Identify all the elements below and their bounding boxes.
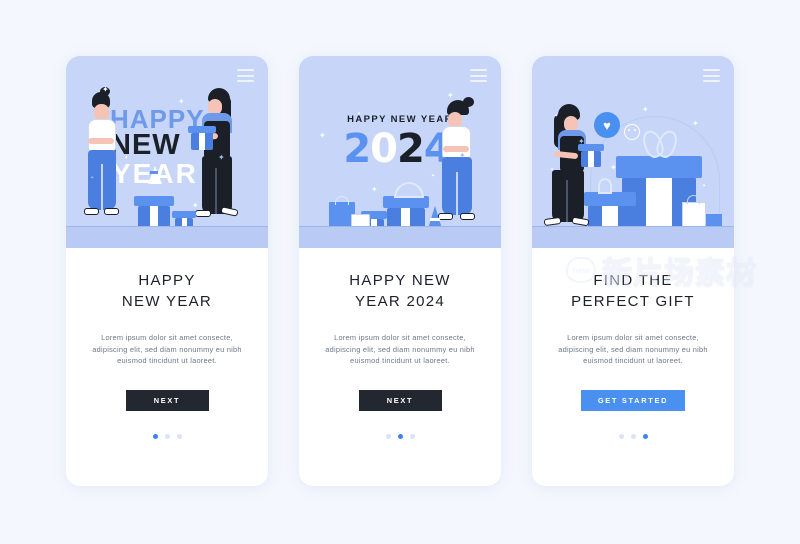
card-3-content: FIND THE PERFECT GIFT Lorem ipsum dolor …	[532, 248, 734, 439]
heart-icon: ♥	[594, 112, 620, 138]
dot-2[interactable]	[630, 433, 636, 439]
ground-strip	[66, 226, 268, 248]
dot-1[interactable]	[152, 433, 158, 439]
card-2-content: HAPPY NEW YEAR 2024 Lorem ipsum dolor si…	[299, 248, 501, 439]
dot-1[interactable]	[385, 433, 391, 439]
dot-2[interactable]	[164, 433, 170, 439]
ground-strip	[299, 226, 501, 248]
card-2-next-button[interactable]: NEXT	[358, 389, 442, 411]
card-3-get-started-button[interactable]: GET STARTED	[581, 389, 685, 411]
onboarding-card-3[interactable]: ♥ ✦ ✦ ✦ ✦ ✦ ✦ ✦ FIND THE PERFECT GIFT Lo…	[532, 56, 734, 486]
card-1-description: Lorem ipsum dolor sit amet consecte, adi…	[92, 333, 242, 366]
dot-3[interactable]	[409, 433, 415, 439]
screenshot-stage: HAPPY NEW YEAR ✦ ✦ ✦ ✦ ✦ ✦ HAPPY NEW YEA…	[0, 0, 800, 544]
card-2-description: Lorem ipsum dolor sit amet consecte, adi…	[325, 333, 475, 366]
card-1-next-button[interactable]: NEXT	[125, 389, 209, 411]
onboarding-card-2[interactable]: HAPPY NEW YEAR 2024 ✦ ✦ ✦ ✦ ✦ ✦ HAPPY NE…	[299, 56, 501, 486]
dot-2[interactable]	[397, 433, 403, 439]
card-2-title: HAPPY NEW YEAR 2024	[349, 272, 451, 310]
illustration-happy-new-year: HAPPY NEW YEAR ✦ ✦ ✦ ✦ ✦ ✦	[66, 56, 268, 248]
ground-strip	[532, 226, 734, 248]
dot-3[interactable]	[176, 433, 182, 439]
card-3-illustration: ♥ ✦ ✦ ✦ ✦ ✦ ✦ ✦	[532, 56, 734, 248]
onboarding-card-1[interactable]: HAPPY NEW YEAR ✦ ✦ ✦ ✦ ✦ ✦ HAPPY NEW YEA…	[66, 56, 268, 486]
card-2-illustration: HAPPY NEW YEAR 2024 ✦ ✦ ✦ ✦ ✦ ✦	[299, 56, 501, 248]
digit-0: 0	[370, 126, 398, 172]
card-3-description: Lorem ipsum dolor sit amet consecte, adi…	[558, 333, 708, 366]
dot-3[interactable]	[642, 433, 648, 439]
hamburger-menu-icon[interactable]	[237, 69, 254, 82]
dot-1[interactable]	[618, 433, 624, 439]
card-1-illustration: HAPPY NEW YEAR ✦ ✦ ✦ ✦ ✦ ✦	[66, 56, 268, 248]
illustration-2024: HAPPY NEW YEAR 2024 ✦ ✦ ✦ ✦ ✦ ✦	[299, 56, 501, 248]
card-1-pagination-dots[interactable]	[82, 433, 252, 439]
hamburger-menu-icon[interactable]	[703, 69, 720, 82]
card-3-title: FIND THE PERFECT GIFT	[571, 272, 695, 310]
card-3-pagination-dots[interactable]	[548, 433, 718, 439]
woman-left-figure	[82, 87, 124, 228]
party-popper	[146, 166, 162, 192]
card-1-content: HAPPY NEW YEAR Lorem ipsum dolor sit ame…	[66, 248, 268, 439]
digit-2a: 2	[343, 126, 371, 172]
card-1-title: HAPPY NEW YEAR	[121, 272, 213, 310]
digit-2b: 2	[397, 126, 425, 172]
smiley-icon	[624, 124, 640, 140]
card-2-pagination-dots[interactable]	[315, 433, 485, 439]
illustration-perfect-gift: ♥ ✦ ✦ ✦ ✦ ✦ ✦ ✦	[532, 56, 734, 248]
hamburger-menu-icon[interactable]	[470, 69, 487, 82]
